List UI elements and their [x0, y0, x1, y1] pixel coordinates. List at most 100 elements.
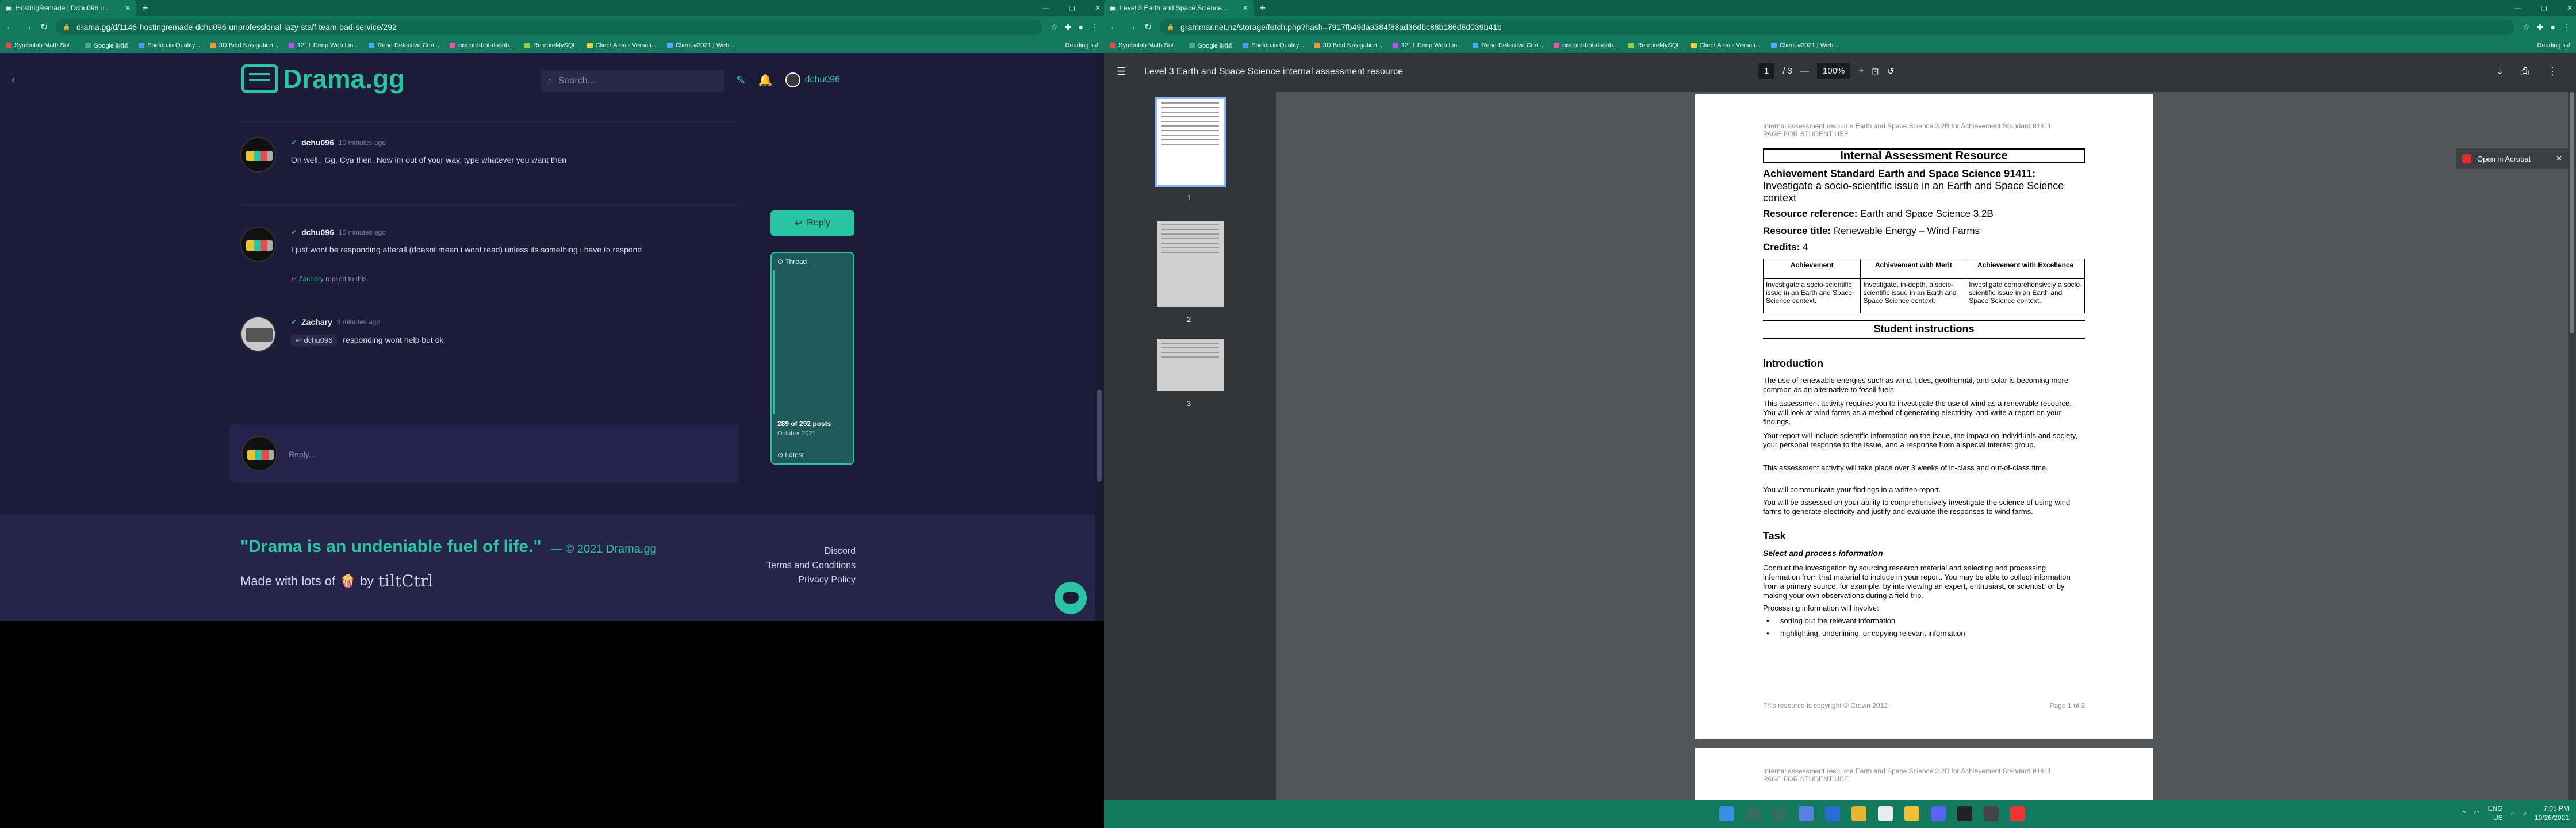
minimize-icon[interactable]: —	[1042, 4, 1049, 12]
back-icon[interactable]: ←	[6, 22, 15, 32]
reading-list[interactable]: Reading list	[2537, 42, 2570, 49]
avatar[interactable]	[240, 137, 276, 172]
back-chevron-icon[interactable]: ‹	[12, 74, 16, 87]
folder-icon[interactable]	[1904, 806, 1919, 821]
page-thumbnail-2[interactable]	[1157, 221, 1224, 307]
thread-top[interactable]: ⊙ Thread	[777, 258, 807, 266]
bookmark-item[interactable]: Sheldo.io Quality...	[139, 42, 200, 49]
forward-icon[interactable]: →	[1127, 22, 1136, 32]
profile-icon[interactable]: ●	[2551, 22, 2555, 32]
page-scrollbar[interactable]	[1095, 53, 1104, 621]
reading-list[interactable]: Reading list	[1065, 42, 1098, 49]
replied-by[interactable]: ↩ Zachary replied to this.	[291, 275, 369, 283]
search-input[interactable]: ⌕ Search...	[540, 70, 724, 92]
close-window-icon[interactable]: ✕	[2567, 4, 2573, 12]
profile-icon[interactable]: ●	[1079, 22, 1083, 32]
post-author[interactable]: Zachary	[301, 317, 332, 327]
site-logo[interactable]: Drama.gg	[241, 63, 405, 94]
page-thumbnail-1[interactable]	[1155, 97, 1226, 187]
task-view-icon[interactable]	[1772, 806, 1787, 821]
bookmark-item[interactable]: Client Area - Versati...	[586, 42, 657, 49]
zoom-level[interactable]: 100%	[1817, 63, 1851, 79]
bookmark-item[interactable]: Read Detective Con...	[369, 42, 439, 49]
close-tab-icon[interactable]: ✕	[1243, 4, 1248, 12]
zoom-out-icon[interactable]: —	[1800, 66, 1809, 76]
scrollbar-thumb[interactable]	[2570, 92, 2574, 334]
fit-page-icon[interactable]: ⊡	[1872, 66, 1879, 76]
pdf-scrollbar[interactable]	[2568, 92, 2576, 811]
reload-icon[interactable]: ↻	[1144, 21, 1152, 33]
close-tab-icon[interactable]: ✕	[125, 4, 131, 12]
chrome-icon[interactable]	[1878, 806, 1893, 821]
extension-icon[interactable]: ✚	[1065, 22, 1072, 32]
maximize-icon[interactable]: ▢	[2541, 4, 2547, 12]
settings-icon[interactable]	[1984, 806, 1999, 821]
minimize-icon[interactable]: —	[2514, 4, 2521, 12]
page-number-input[interactable]: 1	[1758, 63, 1775, 79]
replied-by-user[interactable]: Zachary	[298, 275, 323, 283]
address-bar[interactable]: 🔒 drama.gg/d/1146-hostingremade-dchu096-…	[56, 19, 1043, 35]
maximize-icon[interactable]: ▢	[1069, 4, 1075, 12]
discord-button[interactable]	[1055, 582, 1087, 614]
bookmark-item[interactable]: Client #3021 | Web...	[1770, 42, 1838, 49]
bookmark-item[interactable]: RemoteMySQL	[524, 42, 577, 49]
tray-chevron-icon[interactable]: ^	[2463, 809, 2466, 817]
footer-link-privacy[interactable]: Privacy Policy	[766, 573, 856, 587]
thread-latest[interactable]: ⊙ Latest	[777, 451, 804, 459]
post-author[interactable]: dchu096	[301, 228, 334, 237]
bookmark-item[interactable]: Symbolab Math Sol...	[1110, 42, 1179, 49]
new-tab-button[interactable]: +	[1254, 2, 1272, 14]
footer-link-discord[interactable]: Discord	[766, 544, 856, 558]
start-icon[interactable]	[1719, 806, 1734, 821]
bookmark-item[interactable]: 3D Bold Navigation...	[1314, 42, 1382, 49]
bookmark-item[interactable]: Read Detective Con...	[1473, 42, 1543, 49]
author-logo[interactable]: tiltCtrl	[378, 572, 433, 591]
bookmark-item[interactable]: Sheldo.io Quality...	[1243, 42, 1304, 49]
reload-icon[interactable]: ↻	[40, 21, 48, 33]
bookmark-item[interactable]: discord-bot-dashb...	[1554, 42, 1618, 49]
discord-icon[interactable]	[1931, 806, 1946, 821]
close-window-icon[interactable]: ✕	[1095, 4, 1101, 12]
user-menu[interactable]: dchu096	[785, 72, 840, 87]
forward-icon[interactable]: →	[23, 22, 32, 32]
menu-icon[interactable]: ⋮	[2562, 22, 2570, 32]
tab-hostingremade[interactable]: ▣ HostingRemade | Dchu096 u... ✕	[0, 0, 137, 16]
volume-icon[interactable]: ♪	[2523, 809, 2527, 817]
download-icon[interactable]: ⤓	[2498, 66, 2502, 78]
mention-chip[interactable]: ↩ dchu096	[291, 335, 338, 346]
app-icon[interactable]	[2010, 806, 2025, 821]
bookmark-item[interactable]: Symbolab Math Sol...	[6, 42, 75, 49]
address-bar[interactable]: 🔒 grammar.net.nz/storage/fetch.php?hash=…	[1160, 19, 2515, 35]
star-icon[interactable]: ☆	[2523, 22, 2530, 32]
zoom-in-icon[interactable]: +	[1858, 66, 1864, 76]
wifi-icon[interactable]: ◠	[2474, 809, 2479, 817]
bookmark-item[interactable]: discord-bot-dashb...	[450, 42, 514, 49]
open-in-acrobat-button[interactable]: Open in Acrobat ✕	[2456, 148, 2568, 169]
bookmark-item[interactable]: Client #3021 | Web...	[666, 42, 734, 49]
bookmark-item[interactable]: Google 翻译	[85, 41, 128, 50]
more-options-icon[interactable]: ⋮	[2547, 66, 2558, 78]
terminal-icon[interactable]	[1957, 806, 1972, 821]
print-icon[interactable]: ⎙	[2521, 66, 2529, 78]
avatar[interactable]	[240, 316, 276, 352]
edit-icon[interactable]: ✎	[736, 73, 746, 87]
bookmark-item[interactable]: 121+ Deep Web Lin...	[288, 42, 358, 49]
bookmark-item[interactable]: 3D Bold Navigation...	[210, 42, 278, 49]
star-icon[interactable]: ☆	[1051, 22, 1058, 32]
post-time[interactable]: 10 minutes ago	[339, 228, 386, 236]
reply-button[interactable]: ↩ Reply	[770, 210, 854, 236]
hamburger-menu-icon[interactable]: ☰	[1117, 66, 1126, 78]
clock[interactable]: 7:05 PM 10/26/2021	[2535, 804, 2569, 822]
post-time[interactable]: 10 minutes ago	[339, 139, 386, 147]
scrollbar-thumb[interactable]	[1097, 390, 1102, 482]
reply-composer[interactable]: Reply...	[229, 424, 739, 483]
rotate-icon[interactable]: ↺	[1887, 66, 1895, 76]
bookmark-item[interactable]: Google 翻译	[1189, 41, 1232, 50]
bookmark-item[interactable]: RemoteMySQL	[1628, 42, 1681, 49]
file-explorer-icon[interactable]	[1851, 806, 1866, 821]
tab-pdf[interactable]: ▣ Level 3 Earth and Space Science... ✕	[1104, 0, 1254, 16]
post-author[interactable]: dchu096	[301, 138, 334, 147]
page-thumbnail-3[interactable]	[1157, 339, 1224, 391]
notification-bell-icon[interactable]: 🔔	[758, 73, 773, 87]
post-time[interactable]: 3 minutes ago	[337, 318, 380, 326]
